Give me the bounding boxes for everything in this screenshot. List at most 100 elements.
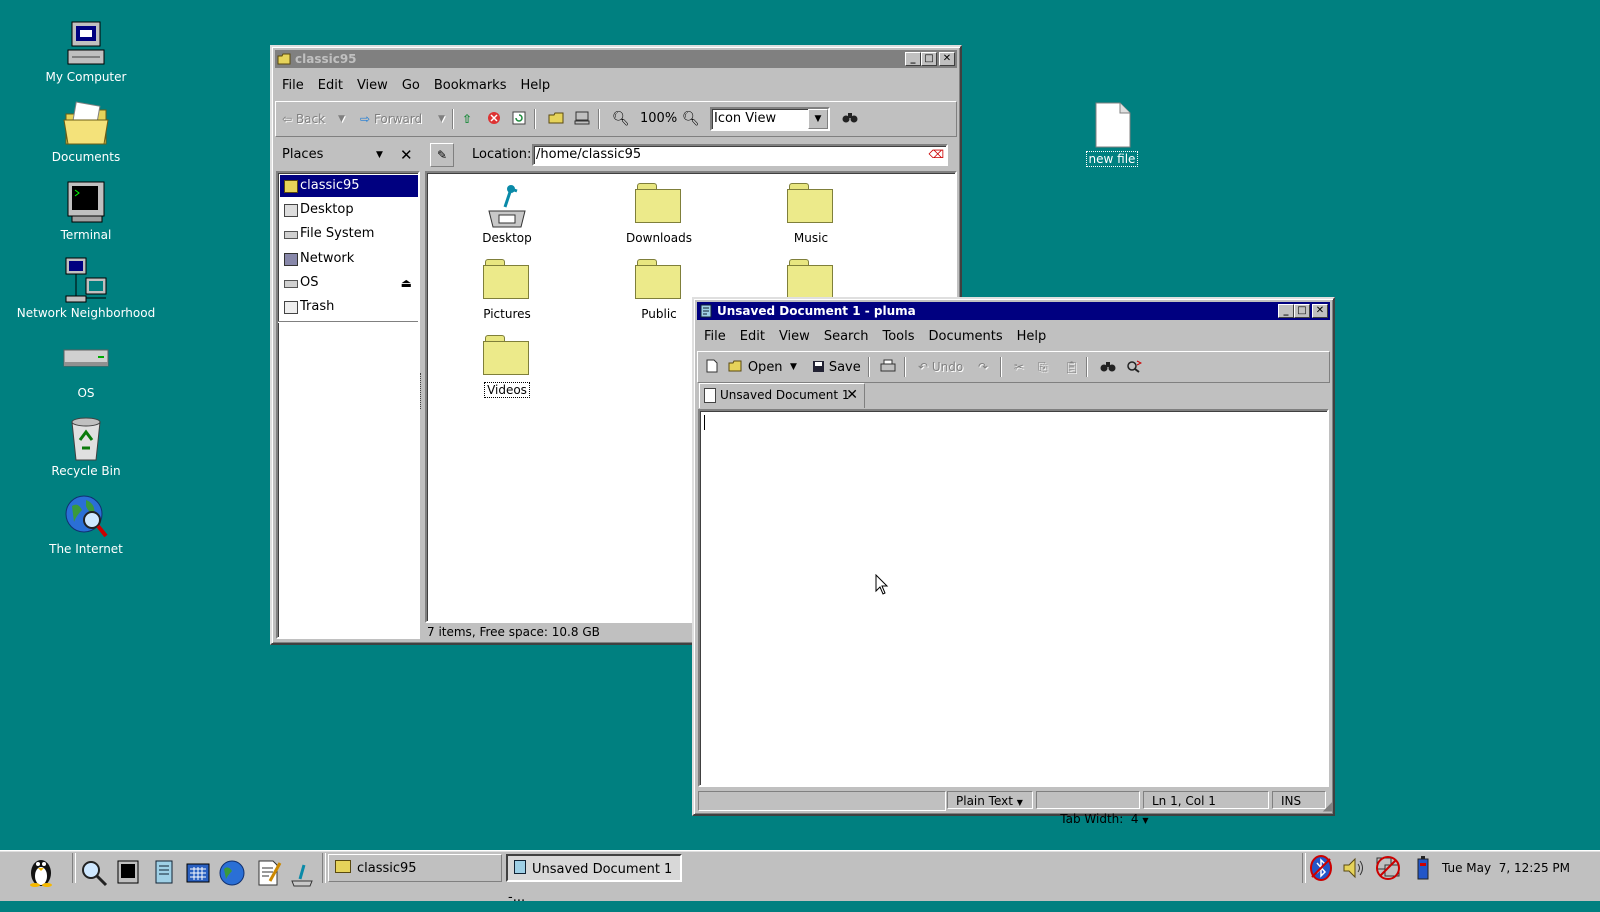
- find-binoculars-icon[interactable]: [1100, 356, 1116, 378]
- paste-icon[interactable]: 📋︎: [1064, 356, 1079, 378]
- save-button[interactable]: Save: [812, 356, 861, 378]
- maximize-button[interactable]: □: [921, 52, 937, 66]
- maximize-button[interactable]: □: [1294, 304, 1310, 318]
- search-icon[interactable]: [80, 859, 108, 887]
- location-input[interactable]: /home/classic95 ⌫: [532, 144, 948, 166]
- desktop-icon-label: Network Neighborhood: [16, 306, 156, 320]
- stop-icon[interactable]: [487, 108, 501, 130]
- location-edit-pencil-icon[interactable]: ✎: [430, 143, 454, 167]
- desktop-icon-label: OS: [77, 386, 95, 400]
- text-editor-window[interactable]: Unsaved Document 1 - pluma _ □ ✕ File Edi…: [692, 297, 1335, 826]
- language-selector[interactable]: Plain Text ▼: [947, 791, 1033, 809]
- desktop-icon-network[interactable]: Network Neighborhood: [11, 256, 161, 320]
- close-places-icon[interactable]: ✕: [400, 143, 413, 167]
- close-button[interactable]: ✕: [939, 52, 955, 66]
- reload-icon[interactable]: [512, 108, 526, 130]
- taskbar-button-text-editor[interactable]: Unsaved Document 1 -...: [506, 854, 682, 905]
- desktop-icon-the-internet[interactable]: The Internet: [11, 492, 161, 556]
- menu-view[interactable]: View: [776, 329, 813, 344]
- folder-icon: [483, 335, 529, 375]
- menu-edit[interactable]: Edit: [315, 78, 346, 93]
- close-tab-icon[interactable]: ✕: [846, 384, 858, 406]
- desktop-icon-new-file[interactable]: new file: [1062, 101, 1162, 167]
- menu-tools[interactable]: Tools: [879, 329, 917, 344]
- places-item-classic95[interactable]: classic95: [280, 175, 418, 197]
- text-editor-icon[interactable]: [254, 859, 282, 887]
- redo-icon[interactable]: ↷: [978, 356, 988, 378]
- volume-icon[interactable]: [1340, 855, 1366, 884]
- desktop-icon-my-computer[interactable]: My Computer: [11, 20, 161, 84]
- desktop-icon-terminal[interactable]: Terminal: [11, 178, 161, 242]
- folder-icon: [335, 860, 351, 873]
- resize-grip-icon[interactable]: ◢: [1323, 799, 1332, 813]
- places-item-desktop[interactable]: Desktop: [280, 199, 418, 221]
- menu-search[interactable]: Search: [821, 329, 872, 344]
- print-icon[interactable]: [880, 356, 896, 378]
- menu-file[interactable]: File: [279, 78, 307, 93]
- find-replace-icon[interactable]: [1126, 356, 1143, 378]
- up-arrow-icon[interactable]: ⇧: [462, 108, 472, 130]
- notepad-icon: [699, 304, 713, 318]
- tab-width-selector[interactable]: Tab Width: 4 ▼: [1036, 791, 1149, 826]
- places-item-trash[interactable]: Trash: [280, 296, 418, 318]
- trash-small-icon: [284, 301, 298, 314]
- places-item-os[interactable]: OS ⏏: [280, 272, 418, 294]
- start-tux-icon[interactable]: [26, 855, 56, 887]
- text-editor-toolbar: Open ▼ Save ↶ Undo ↷ ✂ ⎘ 📋︎: [697, 351, 1330, 383]
- forward-history-dropdown[interactable]: ▼: [438, 108, 445, 130]
- window-title: classic95: [295, 52, 357, 66]
- copy-icon[interactable]: ⎘: [1038, 356, 1048, 378]
- menu-view[interactable]: View: [354, 78, 391, 93]
- minimize-button[interactable]: _: [905, 52, 921, 66]
- file-manager-titlebar[interactable]: classic95 _ □ ✕: [275, 50, 957, 68]
- zoom-in-icon[interactable]: 🔍︎: [682, 108, 700, 130]
- menu-help[interactable]: Help: [517, 78, 553, 93]
- undo-button[interactable]: ↶ Undo: [918, 356, 963, 378]
- home-folder-icon[interactable]: [548, 108, 564, 130]
- view-mode-select[interactable]: Icon View ▼: [710, 107, 830, 131]
- new-document-icon[interactable]: [706, 356, 718, 378]
- internet-globe-icon[interactable]: [218, 859, 246, 887]
- back-arrow-icon: ⇦: [282, 112, 293, 126]
- close-button[interactable]: ✕: [1312, 304, 1328, 318]
- menu-bookmarks[interactable]: Bookmarks: [431, 78, 510, 93]
- file-manager-icon[interactable]: [288, 859, 316, 887]
- back-button[interactable]: ⇦ Back: [282, 108, 325, 130]
- document-tab[interactable]: Unsaved Document 1 ✕: [699, 383, 865, 408]
- terminal-icon[interactable]: [114, 859, 142, 887]
- open-button[interactable]: Open: [728, 356, 783, 378]
- open-recent-dropdown[interactable]: ▼: [790, 356, 797, 378]
- menu-file[interactable]: File: [701, 329, 729, 344]
- desktop-icon-os[interactable]: OS: [11, 336, 161, 400]
- calculator-icon[interactable]: [184, 859, 212, 887]
- forward-button[interactable]: ⇨ Forward: [360, 108, 422, 130]
- network-disconnected-icon[interactable]: [1374, 855, 1402, 884]
- text-editor-area[interactable]: [698, 409, 1329, 787]
- zoom-level: 100%: [640, 111, 678, 126]
- back-history-dropdown[interactable]: ▼: [338, 108, 345, 130]
- menu-edit[interactable]: Edit: [737, 329, 768, 344]
- cut-icon[interactable]: ✂: [1014, 356, 1024, 378]
- clear-location-icon[interactable]: ⌫: [928, 146, 944, 164]
- clock[interactable]: Tue May 7, 12:25 PM: [1442, 853, 1570, 883]
- menu-documents[interactable]: Documents: [926, 329, 1006, 344]
- battery-icon[interactable]: [1412, 855, 1434, 884]
- chevron-down-icon[interactable]: ▼: [808, 109, 828, 129]
- computer-small-icon[interactable]: [574, 108, 590, 130]
- places-item-file-system[interactable]: File System: [280, 223, 418, 245]
- text-editor-titlebar[interactable]: Unsaved Document 1 - pluma _ □ ✕: [697, 302, 1330, 320]
- bluetooth-icon[interactable]: [1308, 855, 1334, 884]
- minimize-button[interactable]: _: [1278, 304, 1294, 318]
- folder-icon: [635, 183, 681, 223]
- desktop-icon-recycle-bin[interactable]: Recycle Bin: [11, 414, 161, 478]
- desktop-icon-documents[interactable]: Documents: [11, 100, 161, 164]
- places-item-network[interactable]: Network: [280, 248, 418, 270]
- taskbar-button-file-manager[interactable]: classic95: [328, 854, 502, 882]
- menu-go[interactable]: Go: [399, 78, 423, 93]
- notepad-icon[interactable]: [150, 859, 178, 887]
- eject-icon[interactable]: ⏏: [401, 272, 412, 294]
- places-dropdown-chevron-icon[interactable]: ▼: [376, 143, 383, 167]
- menu-help[interactable]: Help: [1014, 329, 1050, 344]
- search-binoculars-icon[interactable]: [842, 108, 858, 130]
- zoom-out-icon[interactable]: 🔍︎: [612, 108, 630, 130]
